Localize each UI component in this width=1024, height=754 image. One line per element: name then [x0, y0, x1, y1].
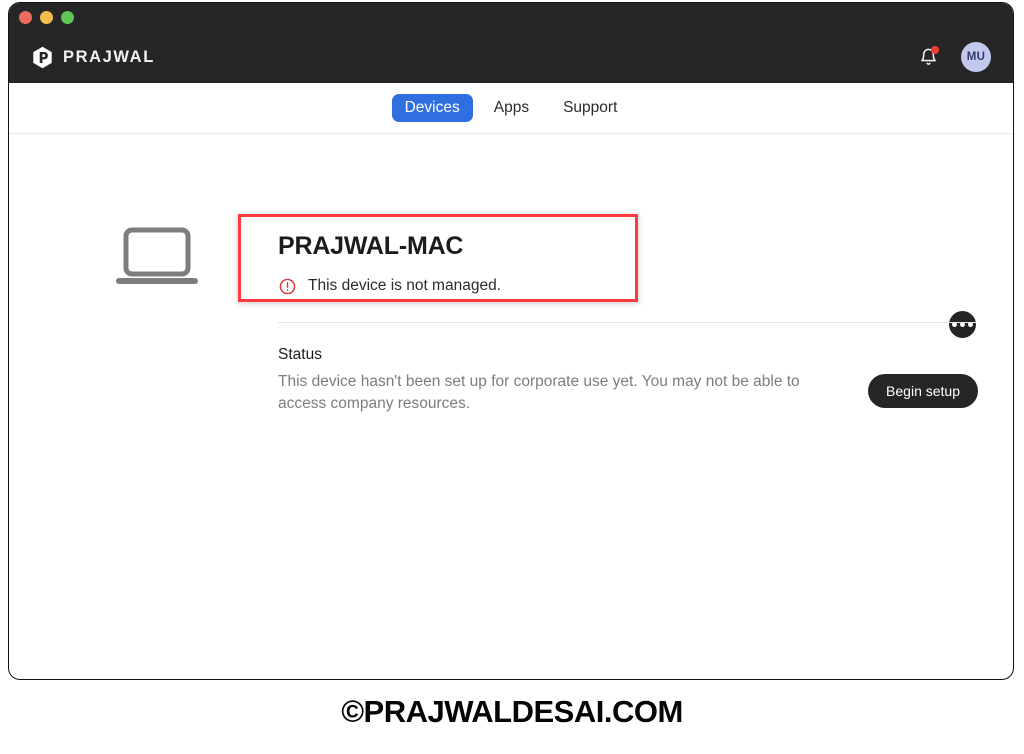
device-status-warning: This device is not managed.	[279, 277, 501, 295]
app-header: PRAJWAL MU	[9, 31, 1013, 83]
device-warning-text: This device is not managed.	[308, 277, 501, 294]
notifications-button[interactable]	[917, 45, 939, 69]
kebab-menu-icon[interactable]	[949, 311, 976, 338]
traffic-light-controls	[19, 10, 74, 24]
status-description: This device hasn't been set up for corpo…	[278, 373, 800, 413]
header-actions: MU	[917, 42, 991, 72]
main-nav: Devices Apps Support	[9, 83, 1013, 134]
close-window-button[interactable]	[19, 10, 32, 24]
avatar[interactable]: MU	[961, 42, 991, 72]
brand-name: PRAJWAL	[63, 47, 155, 66]
minimize-window-button[interactable]	[40, 10, 53, 24]
tab-support[interactable]: Support	[550, 94, 630, 123]
maximize-window-button[interactable]	[61, 10, 74, 24]
app-window: PRAJWAL MU Devices Apps Support PRAJWAL-…	[8, 2, 1014, 680]
tab-apps[interactable]: Apps	[481, 94, 542, 123]
status-label: Status	[278, 346, 322, 363]
section-divider	[278, 322, 976, 323]
device-name: PRAJWAL-MAC	[278, 232, 464, 260]
tab-devices[interactable]: Devices	[391, 93, 473, 123]
status-section: Status This device hasn't been set up fo…	[278, 346, 978, 416]
hexagon-p-logo-icon	[31, 46, 54, 69]
notification-badge	[931, 46, 939, 54]
begin-setup-button[interactable]: Begin setup	[868, 374, 978, 408]
laptop-icon	[113, 226, 201, 293]
alert-circle-icon	[279, 278, 296, 294]
title-bar	[9, 3, 1013, 31]
footer-watermark: ©PRAJWALDESAI.COM	[341, 694, 683, 729]
brand: PRAJWAL	[31, 46, 155, 69]
